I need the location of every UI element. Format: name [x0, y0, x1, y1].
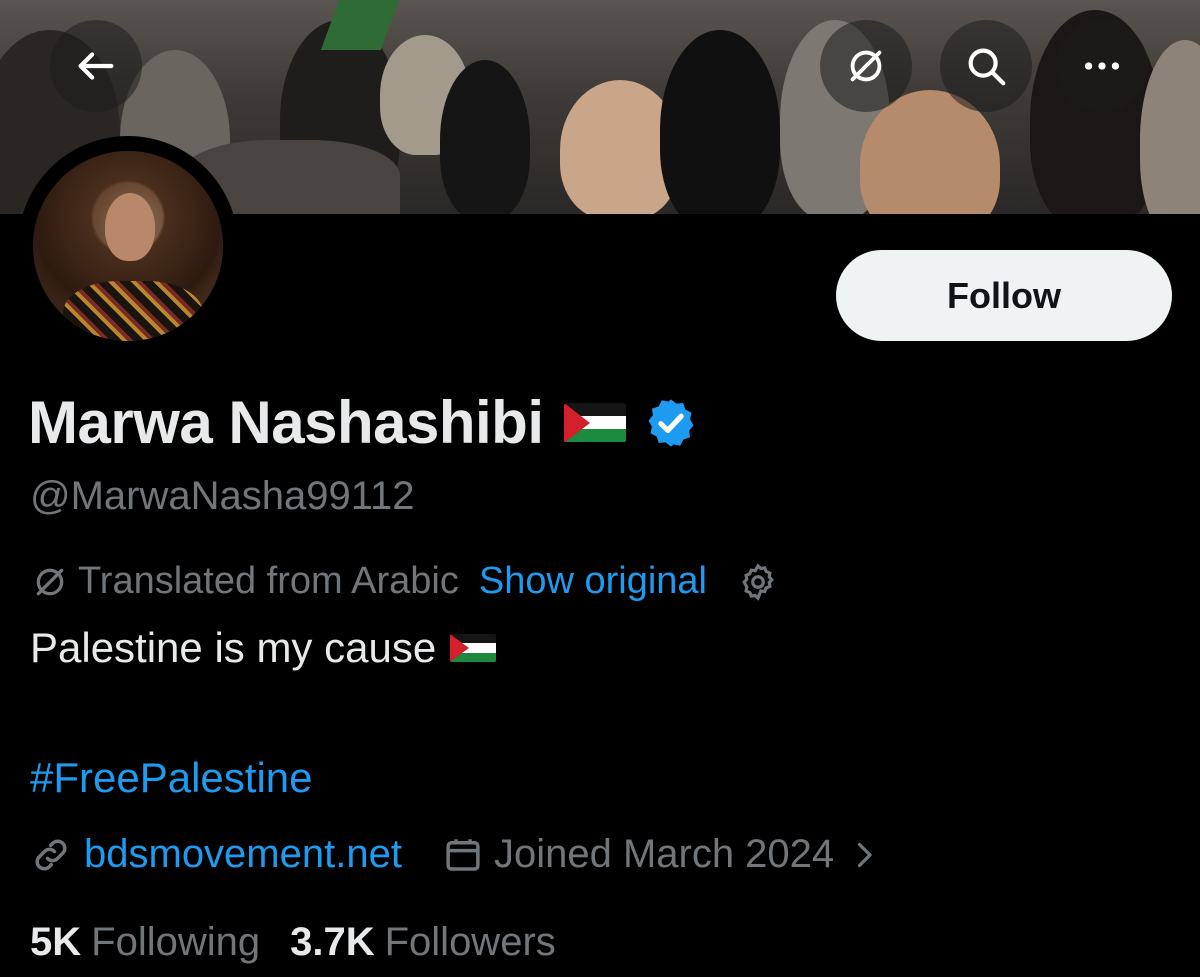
profile-meta-row: bdsmovement.net Joined March 2024 — [30, 832, 882, 877]
more-horizontal-icon — [1084, 62, 1120, 70]
arrow-left-icon — [78, 52, 114, 80]
avatar-image — [33, 151, 223, 341]
followers-stat[interactable]: 3.7K Followers — [290, 920, 556, 965]
calendar-icon — [446, 838, 480, 871]
avatar[interactable] — [18, 136, 238, 356]
profile-name-row: Marwa Nashashibi — [28, 388, 698, 457]
following-count: 5K — [30, 920, 82, 964]
palestine-flag-icon — [450, 634, 497, 662]
follow-button[interactable]: Follow — [836, 250, 1172, 341]
more-button[interactable] — [1056, 20, 1148, 112]
chevron-right-icon[interactable] — [846, 837, 882, 873]
translation-row: Translated from Arabic Show original — [30, 560, 779, 603]
banner-figure — [440, 60, 530, 214]
translated-label: Translated from Arabic — [78, 560, 459, 602]
follow-stats: 5K Following 3.7K Followers — [30, 920, 556, 965]
verified-badge-icon[interactable] — [644, 396, 698, 450]
search-icon — [968, 48, 1006, 86]
display-name: Marwa Nashashibi — [28, 389, 544, 456]
gear-icon[interactable] — [737, 561, 779, 603]
translate-slash-icon — [850, 50, 882, 82]
translate-button[interactable] — [820, 20, 912, 112]
following-stat[interactable]: 5K Following — [30, 920, 260, 965]
show-original-link[interactable]: Show original — [479, 560, 707, 603]
palestine-flag-icon — [563, 402, 626, 443]
banner-flag — [320, 0, 400, 50]
hashtag-link[interactable]: #FreePalestine — [30, 754, 313, 802]
banner-figure — [660, 30, 780, 214]
back-button[interactable] — [50, 20, 142, 112]
translate-slash-icon — [36, 568, 64, 595]
followers-label: Followers — [384, 920, 556, 964]
profile-handle: @MarwaNasha99112 — [30, 474, 415, 518]
following-label: Following — [91, 920, 261, 964]
bio-text: Palestine is my cause — [30, 624, 437, 671]
website-link[interactable]: bdsmovement.net — [84, 832, 402, 877]
bio-text-row: Palestine is my cause — [30, 624, 497, 672]
search-button[interactable] — [940, 20, 1032, 112]
followers-count: 3.7K — [290, 920, 375, 964]
joined-date[interactable]: Joined March 2024 — [494, 832, 834, 877]
link-icon — [35, 838, 67, 871]
